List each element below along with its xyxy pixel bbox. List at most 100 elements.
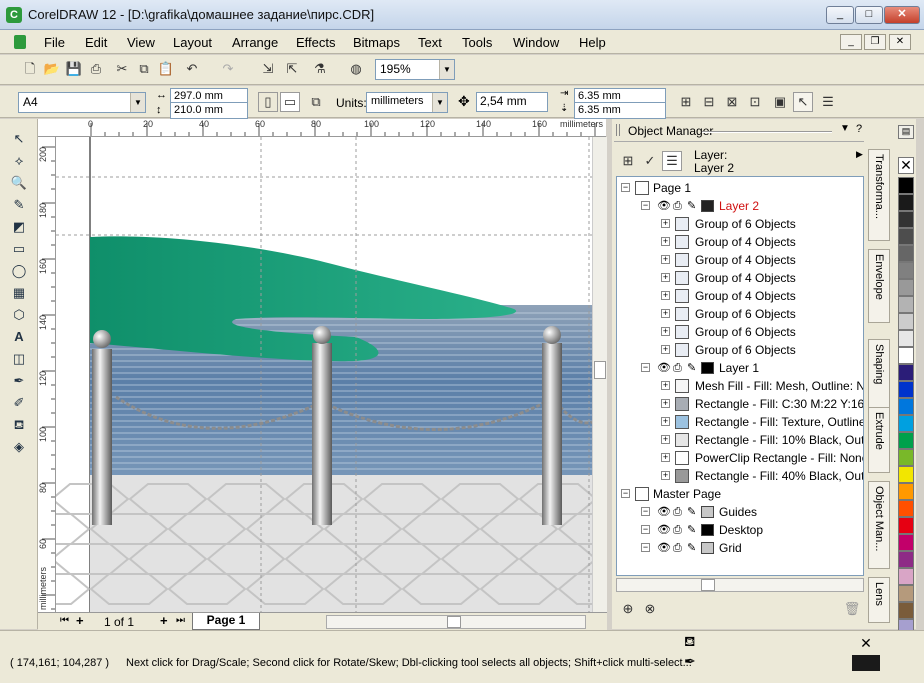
collapse-icon[interactable]: − [641,201,650,210]
tree-item[interactable]: + Group of 4 Objects [617,269,863,287]
close-button[interactable]: ✕ [884,6,920,24]
duplicate-distance-y-field[interactable]: 6.35 mm [574,102,666,119]
tree-item[interactable]: + Group of 6 Objects [617,305,863,323]
outline-tool-icon[interactable]: ✐ [9,393,29,413]
options-icon[interactable]: ☰ [818,92,838,112]
paste-icon[interactable]: 📋 [156,59,176,79]
eyedropper-tool-icon[interactable]: ✒ [9,371,29,391]
menu-window[interactable]: Window [513,35,559,50]
freehand-tool-icon[interactable]: ✎ [9,195,29,215]
color-swatch[interactable] [898,398,914,415]
interactive-fill-tool-icon[interactable]: ◈ [9,437,29,457]
layer-color-swatch[interactable] [701,506,714,518]
show-object-properties-icon[interactable]: ⊞ [618,151,638,171]
docker-tab[interactable]: Extrude [868,407,890,473]
graph-paper-tool-icon[interactable]: ▦ [9,283,29,303]
add-page-after-icon[interactable]: + [160,613,168,628]
shape-tool-icon[interactable]: ⟡ [9,151,29,171]
snap-to-guidelines-icon[interactable]: ⊟ [699,92,719,112]
color-swatch[interactable] [898,534,914,551]
doc-minimize-button[interactable]: _ [840,34,862,50]
expand-icon[interactable]: + [661,417,670,426]
ellipse-tool-icon[interactable]: ◯ [9,261,29,281]
color-swatch[interactable] [898,245,914,262]
color-swatch[interactable] [898,228,914,245]
color-swatch[interactable] [898,279,914,296]
menu-effects[interactable]: Effects [296,35,336,50]
tree-item[interactable]: − 👁 ⎙ ✎ Desktop [617,521,863,539]
menu-bitmaps[interactable]: Bitmaps [353,35,400,50]
color-swatch[interactable] [898,432,914,449]
application-launcher-icon[interactable]: ⚗ [310,59,330,79]
color-swatch[interactable] [898,551,914,568]
horizontal-scrollbar[interactable] [326,615,586,629]
portrait-icon[interactable]: ▯ [258,92,278,112]
color-swatch[interactable] [898,364,914,381]
maximize-button[interactable]: □ [855,6,883,24]
paper-size-select[interactable]: A4 ▼ [18,92,146,113]
editable-icon[interactable]: ✎ [687,503,696,521]
docker-options-icon[interactable]: ▼ [840,123,850,134]
docker-tab[interactable]: Envelope [868,249,890,323]
collapse-icon[interactable]: − [621,183,630,192]
corel-online-icon[interactable]: ◍ [346,59,366,79]
color-swatch[interactable] [898,194,914,211]
tree-item[interactable]: − 👁 ⎙ ✎ Guides [617,503,863,521]
zoom-tool-icon[interactable]: 🔍 [9,173,29,193]
color-swatch[interactable] [898,330,914,347]
expand-icon[interactable]: + [661,471,670,480]
rectangle-tool-icon[interactable]: ▭ [9,239,29,259]
doc-close-button[interactable]: ✕ [889,34,911,50]
landscape-icon[interactable]: ▭ [280,92,300,112]
docker-help-icon[interactable]: ? [856,123,862,135]
layer-color-swatch[interactable] [701,542,714,554]
tree-item[interactable]: + Group of 6 Objects [617,215,863,233]
redo-icon[interactable]: ↷ [218,59,238,79]
layer-color-swatch[interactable] [701,362,714,374]
editable-icon[interactable]: ✎ [687,197,696,215]
horizontal-ruler[interactable]: 0 20 40 60 80 100 120 140 160 millimeter… [38,119,606,137]
tree-item[interactable]: + Rectangle - Fill: 10% Black, Outli [617,431,863,449]
color-swatch[interactable] [898,585,914,602]
color-swatch[interactable] [898,568,914,585]
expand-icon[interactable]: + [661,327,670,336]
tree-horizontal-scrollbar[interactable] [616,578,864,592]
docker-grip[interactable] [616,124,620,136]
color-swatch[interactable] [898,500,914,517]
draw-objects-with-fill-icon[interactable]: ↖ [793,92,813,112]
color-swatch[interactable] [898,347,914,364]
color-swatch[interactable] [898,177,914,194]
vertical-ruler[interactable]: 200 180 160 140 120 100 80 60 millimeter… [38,137,56,612]
printable-icon[interactable]: ⎙ [673,359,682,377]
expand-icon[interactable]: + [661,273,670,282]
collapse-icon[interactable]: − [641,525,650,534]
pick-tool-icon[interactable]: ↖ [9,129,29,149]
color-swatch[interactable] [898,313,914,330]
tree-item[interactable]: − 👁 ⎙ ✎ Grid [617,539,863,557]
printable-icon[interactable]: ⎙ [673,521,682,539]
palette-menu-icon[interactable]: ▤ [898,125,914,139]
collapse-icon[interactable]: − [621,489,630,498]
cut-icon[interactable]: ✂ [112,59,132,79]
visibility-icon[interactable]: 👁 [657,503,671,521]
menu-help[interactable]: Help [579,35,606,50]
tree-item[interactable]: + Mesh Fill - Fill: Mesh, Outline: No [617,377,863,395]
tree-item[interactable]: − Page 1 [617,179,863,197]
dynamic-guides-icon[interactable]: ⊡ [745,92,765,112]
zoom-level-select[interactable]: 195% ▼ [375,59,455,80]
smart-fill-tool-icon[interactable]: ◩ [9,217,29,237]
visibility-icon[interactable]: 👁 [657,521,671,539]
visibility-icon[interactable]: 👁 [657,197,671,215]
printable-icon[interactable]: ⎙ [673,539,682,557]
snap-to-objects-icon[interactable]: ⊠ [722,92,742,112]
treat-as-filled-icon[interactable]: ▣ [770,92,790,112]
tree-item[interactable]: − Master Page [617,485,863,503]
expand-icon[interactable]: + [661,309,670,318]
tree-item[interactable]: + Group of 4 Objects [617,287,863,305]
import-icon[interactable]: ⇲ [258,59,278,79]
object-tree[interactable]: − Page 1− 👁 ⎙ ✎ Layer 2 + Group of 6 Objects + Gr… [616,176,864,576]
undo-icon[interactable]: ↶ [182,59,202,79]
edit-across-layers-icon[interactable]: ✓ [640,151,660,171]
new-layer-icon[interactable]: ⊕ [618,599,638,619]
color-swatch[interactable] [898,262,914,279]
